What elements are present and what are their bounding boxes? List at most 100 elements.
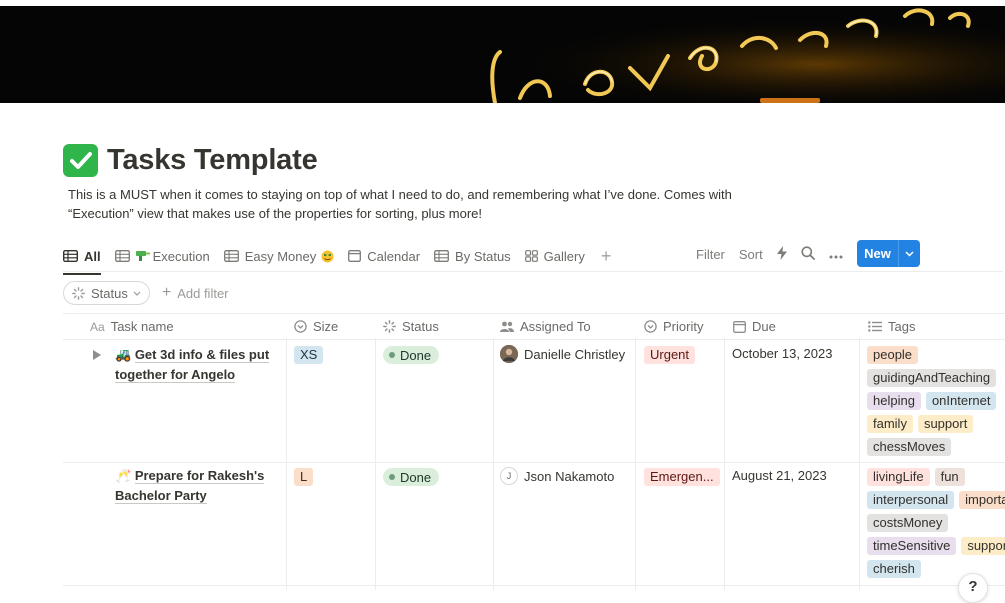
priority-tag: Urgent <box>644 346 696 364</box>
tab-label: Calendar <box>367 248 421 264</box>
page-title[interactable]: Tasks Template <box>107 144 318 177</box>
new-button-label[interactable]: New <box>857 240 899 267</box>
table-icon <box>223 250 239 262</box>
tag: fun <box>934 468 965 486</box>
task-name[interactable]: 🥂 Prepare for Rakesh's Bachelor Party <box>115 466 290 505</box>
table-row[interactable]: 🥂 Prepare for Rakesh's Bachelor Party L … <box>63 462 1005 586</box>
size-tag: XS <box>294 346 324 364</box>
tag: helping <box>867 392 921 410</box>
add-filter-button[interactable]: + Add filter <box>162 284 229 302</box>
tag: onInternet <box>925 392 997 410</box>
status-dot <box>389 352 395 358</box>
automation-button[interactable] <box>776 245 787 263</box>
table-row[interactable]: 🚜 Get 3d info & files put together for A… <box>63 338 1005 463</box>
status-cell[interactable]: Done <box>383 468 440 486</box>
search-button[interactable] <box>801 245 815 263</box>
tag: support <box>917 415 974 433</box>
cover-image <box>0 6 1005 103</box>
assigned-cell[interactable]: Danielle Christley <box>500 345 625 363</box>
due-date[interactable]: August 21, 2023 <box>732 468 827 483</box>
status-filter-chip[interactable]: Status <box>63 281 150 305</box>
tag: livingLife <box>867 468 930 486</box>
table-icon <box>63 250 78 262</box>
task-name[interactable]: 🚜 Get 3d info & files put together for A… <box>115 345 290 384</box>
tag: timeSensitive <box>867 537 957 555</box>
chevron-down-icon <box>133 291 141 296</box>
table-icon <box>434 250 449 262</box>
column-tags[interactable]: Tags <box>868 314 915 339</box>
plus-icon: + <box>161 284 172 301</box>
page-header: Tasks Template <box>63 144 318 177</box>
status-dot <box>389 474 395 480</box>
filter-button[interactable]: Filter <box>696 247 725 262</box>
table-icon <box>114 250 130 262</box>
priority-cell[interactable]: Urgent <box>644 346 696 364</box>
status-filter-label: Status <box>91 285 128 301</box>
size-cell[interactable]: XS <box>294 346 324 364</box>
chevron-down-icon[interactable] <box>899 240 920 267</box>
tag: costsMoney <box>867 514 949 532</box>
search-icon <box>801 245 815 263</box>
more-icon <box>829 247 843 262</box>
tag: importa <box>959 491 1005 509</box>
more-options-button[interactable] <box>829 247 843 262</box>
page-description[interactable]: This is a MUST when it comes to staying … <box>68 185 748 223</box>
sort-button[interactable]: Sort <box>739 247 763 262</box>
tags-cell[interactable]: people guidingAndTeaching helping onInter… <box>867 346 1005 461</box>
table-header: Aa Task name Size Status Assigned To Pri… <box>63 313 1005 340</box>
size-cell[interactable]: L <box>294 468 314 486</box>
select-property-icon <box>294 320 307 333</box>
people-property-icon <box>500 321 514 332</box>
column-size[interactable]: Size <box>294 314 338 339</box>
calendar-icon <box>733 320 746 333</box>
column-priority[interactable]: Priority <box>644 314 703 339</box>
tab-label: Execution <box>152 248 210 264</box>
expand-toggle-icon[interactable] <box>93 348 101 363</box>
tag: guidingAndTeaching <box>867 369 997 387</box>
column-assigned-to[interactable]: Assigned To <box>500 314 591 339</box>
tab-label: All <box>84 248 101 264</box>
tab-calendar[interactable]: Calendar <box>348 243 420 269</box>
add-view-button[interactable]: + <box>601 246 612 267</box>
status-spinner-icon <box>72 286 85 300</box>
check-mark-icon <box>63 144 98 177</box>
tag: people <box>867 346 919 364</box>
size-tag: L <box>294 468 314 486</box>
column-status[interactable]: Status <box>383 314 439 339</box>
tab-easy-money[interactable]: Easy Money <box>223 243 335 269</box>
status-badge: Done <box>383 346 440 364</box>
tab-execution[interactable]: Execution <box>114 243 210 269</box>
column-task-name[interactable]: Aa Task name <box>90 314 174 339</box>
task-emoji-icon: 🚜 <box>115 347 132 362</box>
tab-divider <box>63 271 1003 272</box>
drill-icon <box>135 250 150 262</box>
status-cell[interactable]: Done <box>383 346 440 364</box>
tags-cell[interactable]: livingLife fun interpersonal importa costs… <box>867 468 1005 585</box>
tag: cherish <box>867 560 921 578</box>
list-property-icon <box>868 321 882 332</box>
filter-bar: Status + Add filter <box>63 281 229 305</box>
select-property-icon <box>644 320 657 333</box>
tab-label: Easy Money <box>244 248 317 264</box>
database-toolbar: Filter Sort <box>696 241 857 267</box>
column-due[interactable]: Due <box>733 314 776 339</box>
assigned-cell[interactable]: J Json Nakamoto <box>500 467 614 485</box>
view-tabs: All Execution Easy Money Calendar By Sta… <box>63 241 612 275</box>
tag: chessMoves <box>867 438 952 456</box>
add-filter-label: Add filter <box>177 285 229 301</box>
tab-by-status[interactable]: By Status <box>434 243 511 269</box>
tab-label: By Status <box>455 248 511 264</box>
task-emoji-icon: 🥂 <box>115 468 132 483</box>
new-button[interactable]: New <box>857 240 920 267</box>
priority-tag: Emergen... <box>644 468 720 486</box>
assignee-name: Json Nakamoto <box>524 468 615 484</box>
priority-cell[interactable]: Emergen... <box>644 468 720 486</box>
due-date[interactable]: October 13, 2023 <box>732 346 832 361</box>
help-button[interactable]: ? <box>958 573 988 603</box>
avatar: J <box>500 467 518 485</box>
calendar-icon <box>348 250 362 262</box>
tab-all[interactable]: All <box>63 243 101 275</box>
status-property-icon <box>383 320 396 333</box>
tab-gallery[interactable]: Gallery <box>524 243 585 269</box>
tag: interpersonal <box>867 491 955 509</box>
